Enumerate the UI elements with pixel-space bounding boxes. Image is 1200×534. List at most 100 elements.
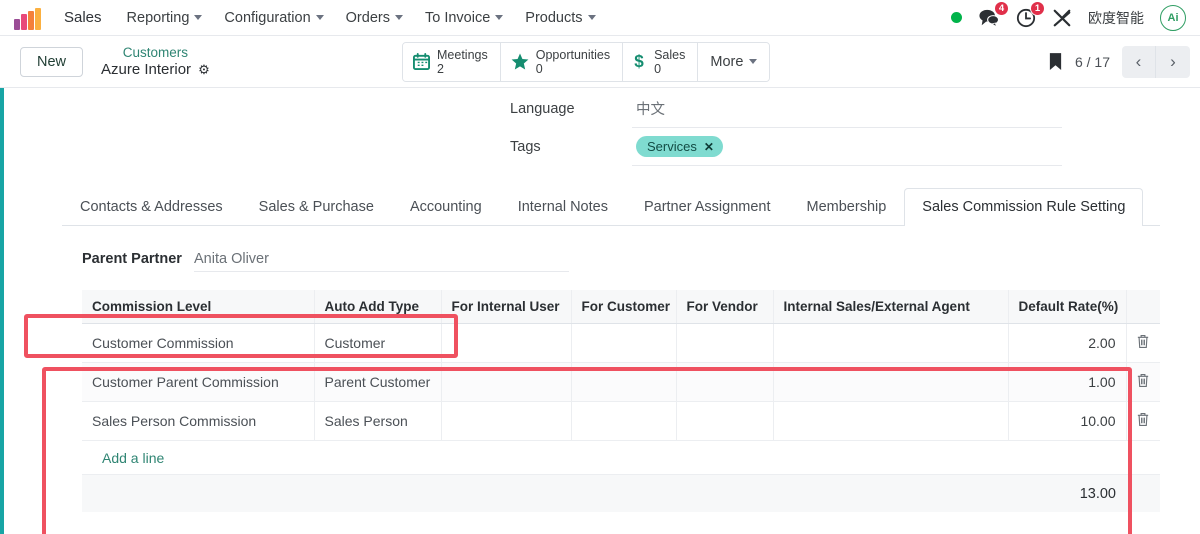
pager-count: 6 / 17 xyxy=(1074,53,1110,70)
field-cell-tags[interactable]: Services ✕ xyxy=(632,128,1062,166)
field-value-language: 中文 xyxy=(636,102,665,118)
nav-menu-to-invoice[interactable]: To Invoice xyxy=(414,4,514,32)
cell-for-customer[interactable] xyxy=(571,401,677,441)
stat-text-sales: Sales 0 xyxy=(654,48,685,76)
cell-internal-sales-external-agent[interactable] xyxy=(773,401,1009,441)
svg-text:$: $ xyxy=(634,52,644,71)
tab-contacts-addresses[interactable]: Contacts & Addresses xyxy=(62,188,241,226)
bookmark-icon[interactable] xyxy=(1048,52,1063,71)
column-header-for-customer[interactable]: For Customer xyxy=(571,290,677,324)
cell-commission-level[interactable]: Customer Commission xyxy=(82,323,315,363)
form-view-content: Language 中文 Tags Services ✕ Contacts & A… xyxy=(0,88,1200,534)
commission-total-row: 13.00 xyxy=(82,474,1160,512)
stat-button-sales[interactable]: $ Sales 0 xyxy=(623,42,699,81)
stat-value-sales: 0 xyxy=(654,61,662,76)
star-icon xyxy=(511,53,529,70)
more-label: More xyxy=(710,53,744,70)
form-sheet: Language 中文 Tags Services ✕ Contacts & A… xyxy=(40,88,1160,512)
navbar-right-group: 4 1 欧度智能 Ai xyxy=(951,0,1190,31)
delete-row-button[interactable] xyxy=(1126,323,1160,363)
notebook-tabs: Contacts & Addresses Sales & Purchase Ac… xyxy=(62,188,1160,226)
cell-default-rate[interactable]: 2.00 xyxy=(1008,323,1127,363)
cell-commission-level[interactable]: Sales Person Commission xyxy=(82,401,315,441)
more-stat-buttons-dropdown[interactable]: More xyxy=(698,42,770,81)
commission-total-value: 13.00 xyxy=(1079,485,1116,502)
chevron-down-icon xyxy=(194,15,203,20)
cell-for-vendor[interactable] xyxy=(676,401,774,441)
nav-menu-to-invoice-label: To Invoice xyxy=(424,9,491,26)
cell-internal-sales-external-agent[interactable] xyxy=(773,362,1009,402)
nav-menu-reporting[interactable]: Reporting xyxy=(116,4,214,32)
avatar[interactable]: Ai xyxy=(1160,4,1186,31)
tag-chip-services[interactable]: Services ✕ xyxy=(636,136,723,157)
cell-for-internal-user[interactable] xyxy=(441,362,572,402)
add-a-line-button[interactable]: Add a line xyxy=(82,441,164,466)
cell-auto-add-type[interactable]: Sales Person xyxy=(314,401,442,441)
breadcrumb-parent-link[interactable]: Customers xyxy=(101,45,210,61)
pager-previous-button[interactable]: ‹ xyxy=(1122,45,1156,78)
cell-auto-add-type[interactable]: Parent Customer xyxy=(314,362,442,402)
tab-partner-assignment[interactable]: Partner Assignment xyxy=(626,188,789,226)
cell-commission-level[interactable]: Customer Parent Commission xyxy=(82,362,315,402)
presence-status-icon[interactable] xyxy=(951,12,962,23)
messages-button[interactable]: 4 xyxy=(978,0,1009,28)
pager: 6 / 17 ‹ › xyxy=(1048,45,1190,78)
bar-chart-logo-icon[interactable] xyxy=(14,6,42,30)
column-header-commission-level[interactable]: Commission Level xyxy=(82,290,315,324)
column-header-internal-sales-external-agent[interactable]: Internal Sales/External Agent xyxy=(773,290,1009,324)
tools-button[interactable] xyxy=(1052,8,1072,28)
column-header-for-vendor[interactable]: For Vendor xyxy=(676,290,774,324)
cell-auto-add-type[interactable]: Customer xyxy=(314,323,442,363)
field-cell-language[interactable]: 中文 xyxy=(632,90,1062,128)
cell-for-customer[interactable] xyxy=(571,362,677,402)
stat-value-opportunities: 0 xyxy=(535,61,543,76)
table-body: Customer Commission Customer 2.00 Custom… xyxy=(82,323,1160,441)
activities-button[interactable]: 1 xyxy=(1016,0,1045,28)
table-row[interactable]: Sales Person Commission Sales Person 10.… xyxy=(82,401,1160,441)
stat-button-opportunities[interactable]: Opportunities 0 xyxy=(500,42,624,81)
top-navbar: Sales Reporting Configuration Orders To … xyxy=(0,0,1200,36)
user-name-label[interactable]: 欧度智能 xyxy=(1088,8,1144,28)
nav-menu-orders[interactable]: Orders xyxy=(335,4,414,32)
trash-icon xyxy=(1138,374,1149,387)
nav-app-name[interactable]: Sales xyxy=(52,3,116,32)
field-row-language: Language 中文 xyxy=(40,90,1160,128)
cell-for-vendor[interactable] xyxy=(676,362,774,402)
cell-default-rate[interactable]: 10.00 xyxy=(1008,401,1127,441)
column-header-default-rate[interactable]: Default Rate(%) xyxy=(1008,290,1127,324)
table-row[interactable]: Customer Commission Customer 2.00 xyxy=(82,323,1160,363)
column-header-auto-add-type[interactable]: Auto Add Type xyxy=(314,290,442,324)
cell-for-customer[interactable] xyxy=(571,323,677,363)
new-button[interactable]: New xyxy=(20,46,84,77)
chevron-down-icon xyxy=(394,15,403,20)
close-icon[interactable]: ✕ xyxy=(704,140,714,154)
nav-menu-configuration[interactable]: Configuration xyxy=(213,4,334,32)
column-header-for-internal-user[interactable]: For Internal User xyxy=(441,290,572,324)
gear-icon[interactable]: ⚙ xyxy=(198,63,210,76)
delete-row-button[interactable] xyxy=(1126,401,1160,441)
record-name-label: Azure Interior xyxy=(101,60,192,78)
cell-for-internal-user[interactable] xyxy=(441,323,572,363)
stat-buttons-group: Meetings 2 Opportunities 0 $ Sales 0 Mor… xyxy=(402,41,771,82)
cell-default-rate[interactable]: 1.00 xyxy=(1008,362,1127,402)
stat-label-sales: Sales xyxy=(654,47,686,62)
table-head: Commission Level Auto Add Type For Inter… xyxy=(82,290,1160,324)
cell-for-vendor[interactable] xyxy=(676,323,774,363)
tab-accounting[interactable]: Accounting xyxy=(392,188,500,226)
messages-badge: 4 xyxy=(994,0,1009,16)
stat-button-meetings[interactable]: Meetings 2 xyxy=(403,42,501,81)
nav-menu-products[interactable]: Products xyxy=(514,4,606,32)
tab-membership[interactable]: Membership xyxy=(789,188,905,226)
delete-row-button[interactable] xyxy=(1126,362,1160,402)
tab-internal-notes[interactable]: Internal Notes xyxy=(500,188,626,226)
table-row[interactable]: Customer Parent Commission Parent Custom… xyxy=(82,362,1160,402)
pager-next-button[interactable]: › xyxy=(1156,45,1190,78)
tab-sales-purchase[interactable]: Sales & Purchase xyxy=(241,188,392,226)
field-row-tags: Tags Services ✕ xyxy=(40,128,1160,166)
cell-for-internal-user[interactable] xyxy=(441,401,572,441)
tab-sales-commission-rule-setting[interactable]: Sales Commission Rule Setting xyxy=(904,188,1144,226)
parent-partner-input[interactable]: Anita Oliver xyxy=(194,246,569,272)
chevron-down-icon xyxy=(587,15,596,20)
trash-icon xyxy=(1138,335,1149,348)
cell-internal-sales-external-agent[interactable] xyxy=(773,323,1009,363)
